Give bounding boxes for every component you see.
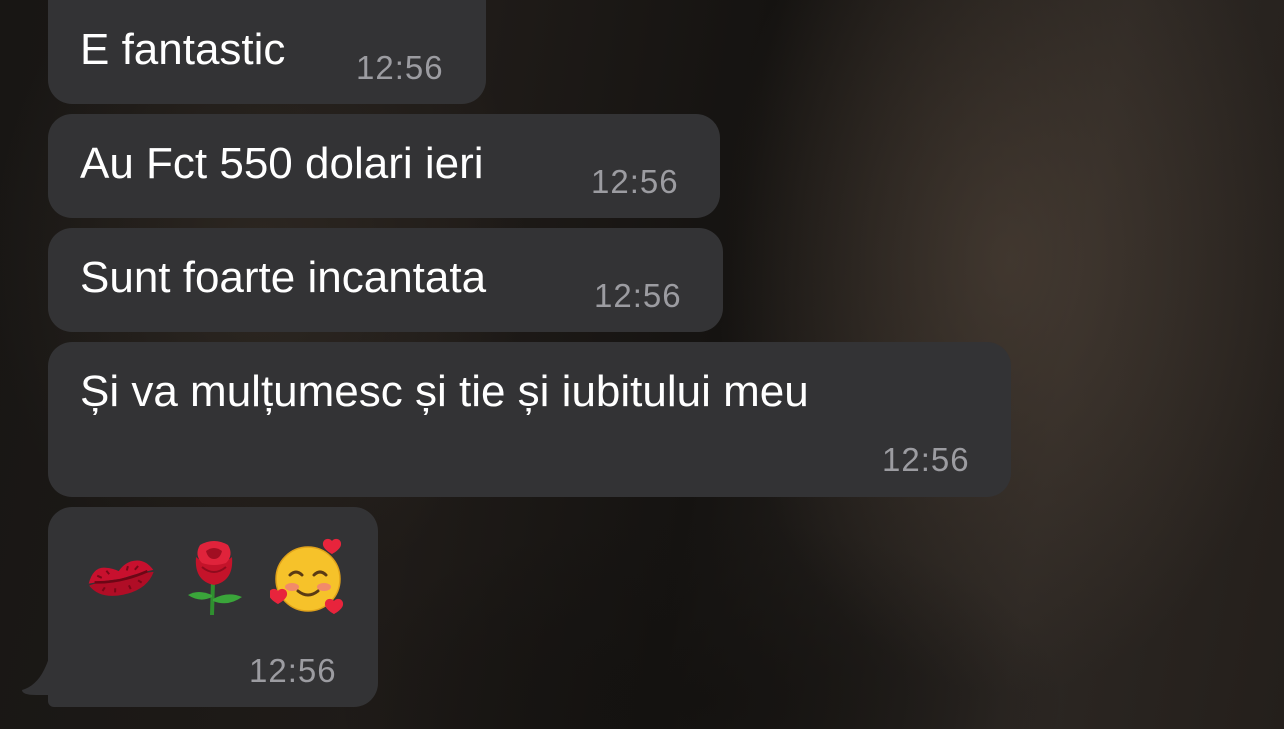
chat-message-list[interactable]: E fantastic 12:56 Au Fct 550 dolari ieri… [0, 0, 1284, 729]
message-text: Sunt foarte incantata [80, 253, 487, 302]
message-text: E fantastic [80, 25, 286, 74]
message-bubble[interactable]: E fantastic 12:56 [48, 0, 486, 104]
message-text: Și va mulțumesc și tie și iubitului meu [80, 367, 809, 416]
message-bubble[interactable]: Sunt foarte incantata 12:56 [48, 228, 723, 332]
emoji-message-bubble[interactable]: 12:56 [48, 507, 378, 707]
message-bubble[interactable]: Au Fct 550 dolari ieri 12:56 [48, 114, 720, 218]
message-timestamp: 12:56 [882, 441, 970, 478]
kiss-mark-icon [88, 560, 154, 596]
message-timestamp: 12:56 [356, 49, 444, 86]
rose-icon [188, 541, 242, 616]
message-bubble[interactable]: Și va mulțumesc și tie și iubitului meu … [48, 342, 1011, 497]
message-timestamp: 12:56 [591, 163, 679, 200]
message-timestamp: 12:56 [249, 652, 337, 689]
message-timestamp: 12:56 [594, 277, 682, 314]
message-text: Au Fct 550 dolari ieri [80, 139, 484, 188]
emoji-row [82, 537, 346, 617]
smiling-face-with-hearts-icon [270, 538, 344, 614]
